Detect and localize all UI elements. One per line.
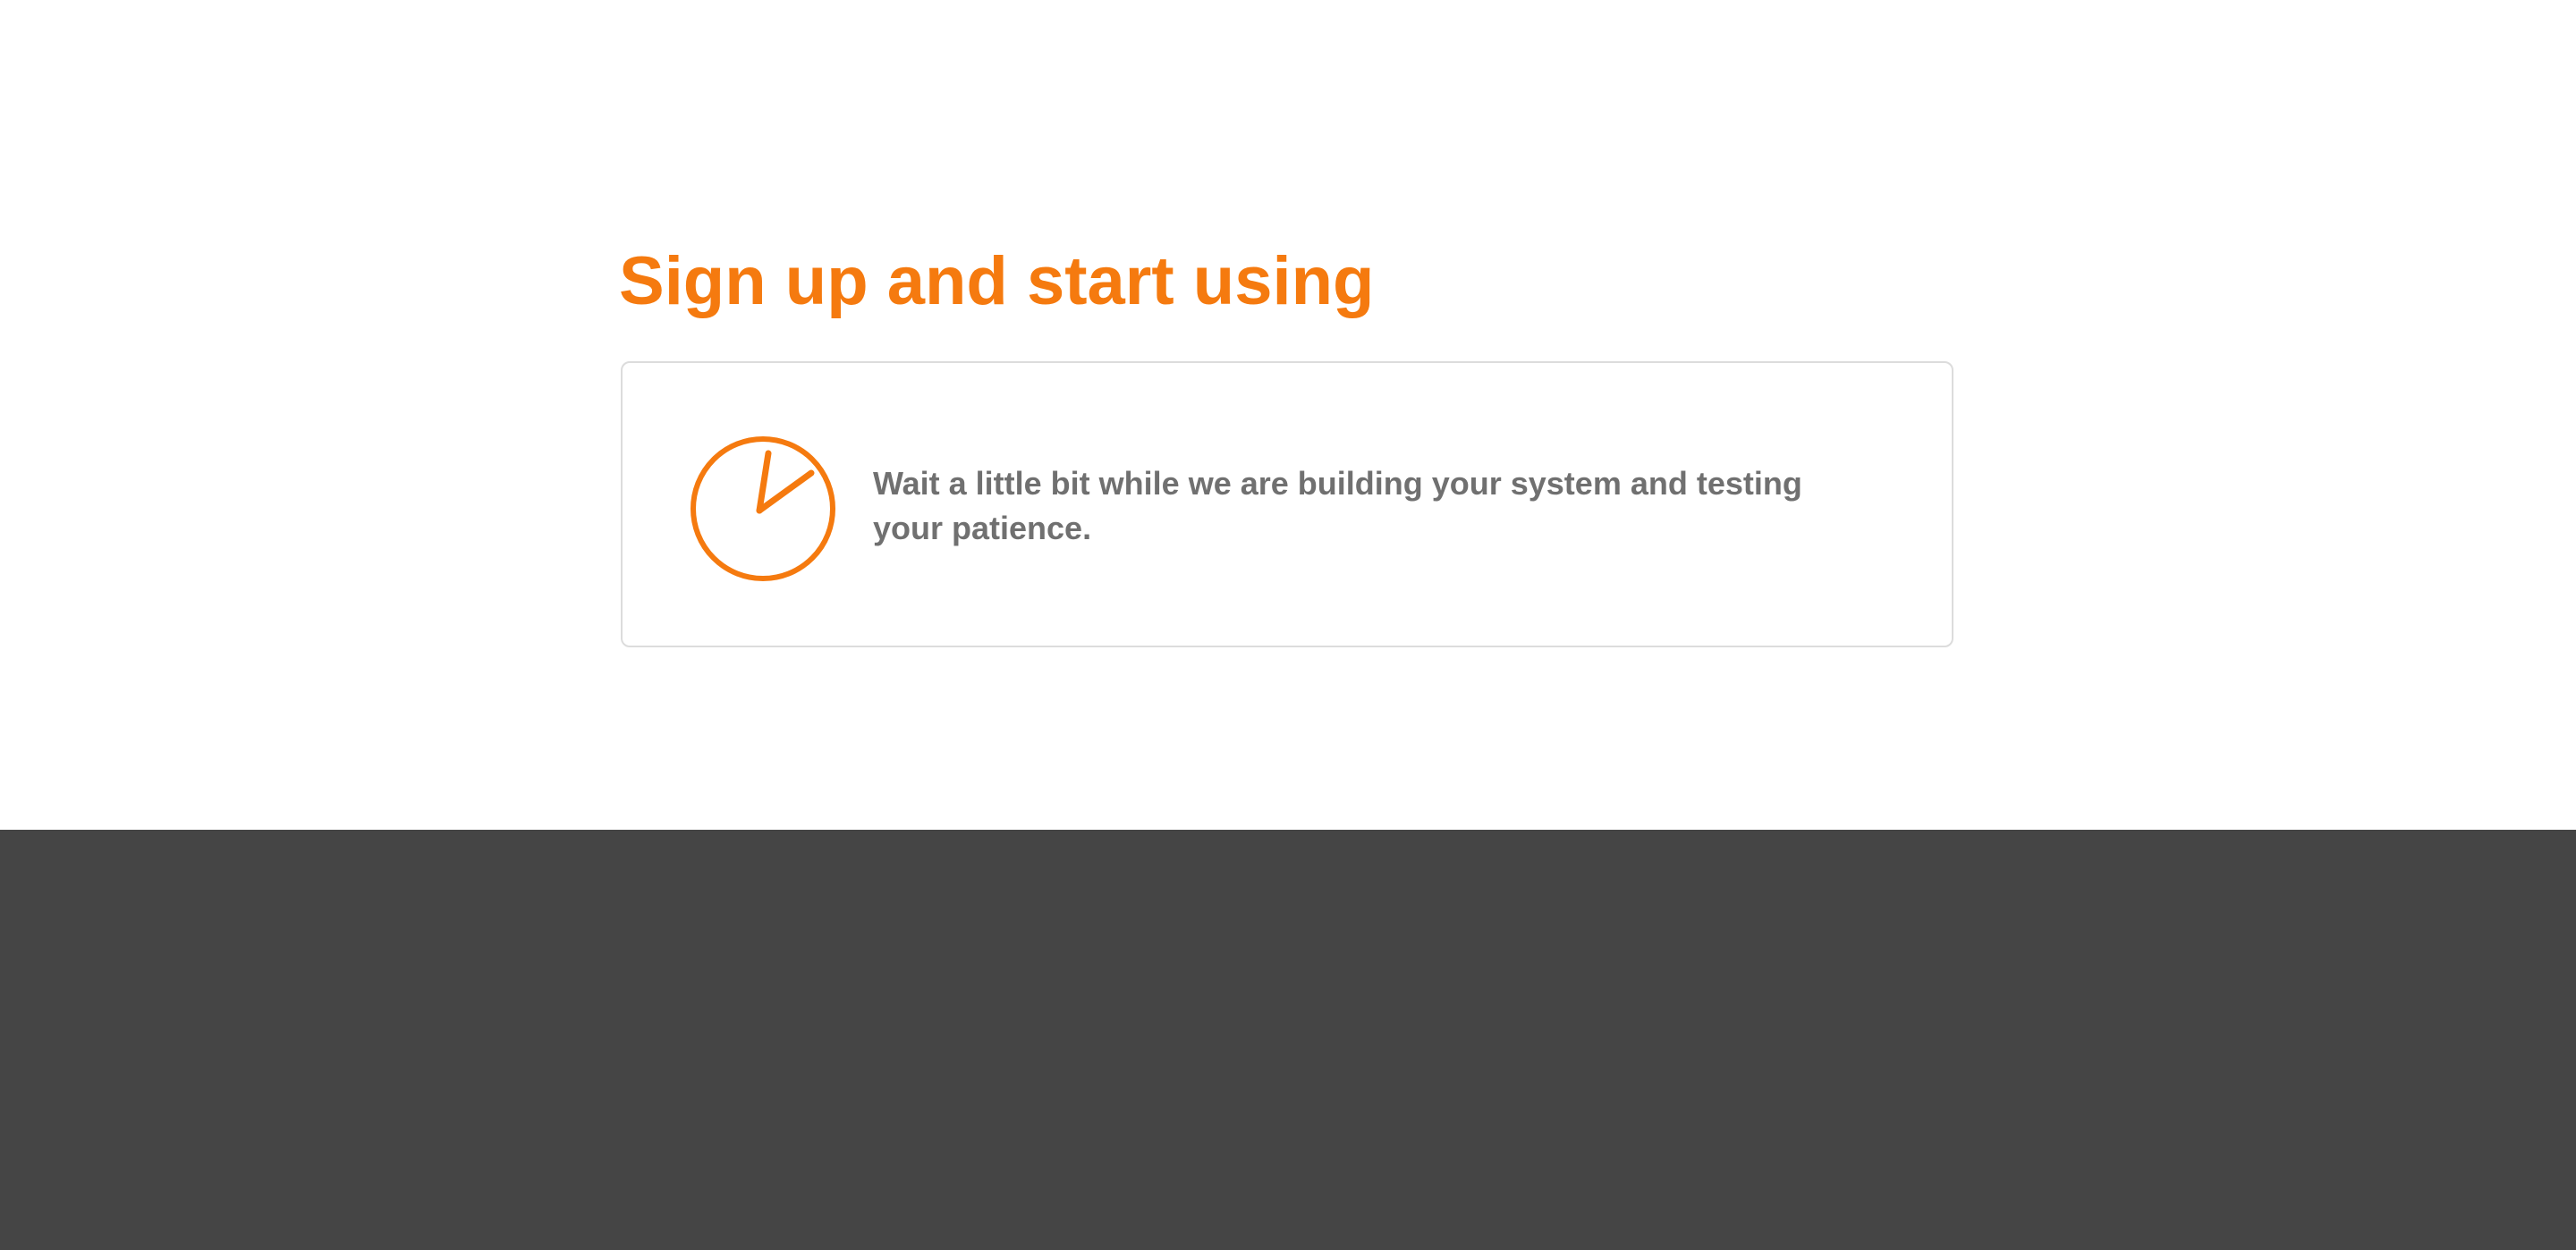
page-title: Sign up and start using (619, 243, 1375, 319)
main-content: Sign up and start using Wait a little bi… (0, 0, 2576, 830)
status-message: Wait a little bit while we are building … (873, 465, 1802, 546)
status-card: Wait a little bit while we are building … (621, 361, 1953, 647)
clock-icon (689, 435, 837, 583)
footer (0, 830, 2576, 1250)
